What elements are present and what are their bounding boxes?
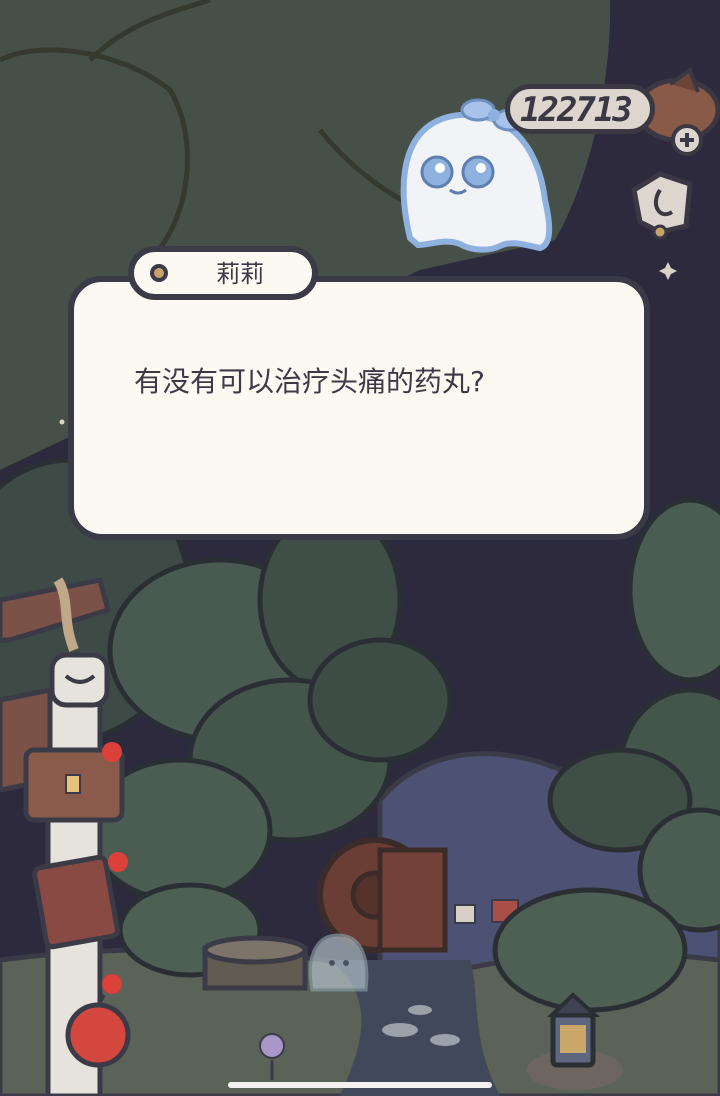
small-ghost <box>308 933 369 992</box>
star <box>59 419 65 425</box>
map-icon[interactable] <box>631 171 693 240</box>
book-icon <box>32 854 120 950</box>
star <box>659 262 677 280</box>
water-wheel <box>317 837 448 953</box>
dialogue-box[interactable] <box>68 276 650 540</box>
house <box>454 904 476 924</box>
apple-icon <box>65 1002 131 1068</box>
bush <box>492 887 688 1013</box>
dialogue-text: 有没有可以治疗头痛的药丸? <box>134 365 485 398</box>
game-scene <box>0 0 720 1096</box>
home-indicator[interactable] <box>228 1082 492 1088</box>
plus-icon[interactable] <box>671 124 703 156</box>
name-tag-dot <box>150 264 168 282</box>
coin-count: 122713 <box>520 90 633 130</box>
tree-stump <box>202 935 308 991</box>
speaker-name: 莉莉 <box>216 260 264 288</box>
